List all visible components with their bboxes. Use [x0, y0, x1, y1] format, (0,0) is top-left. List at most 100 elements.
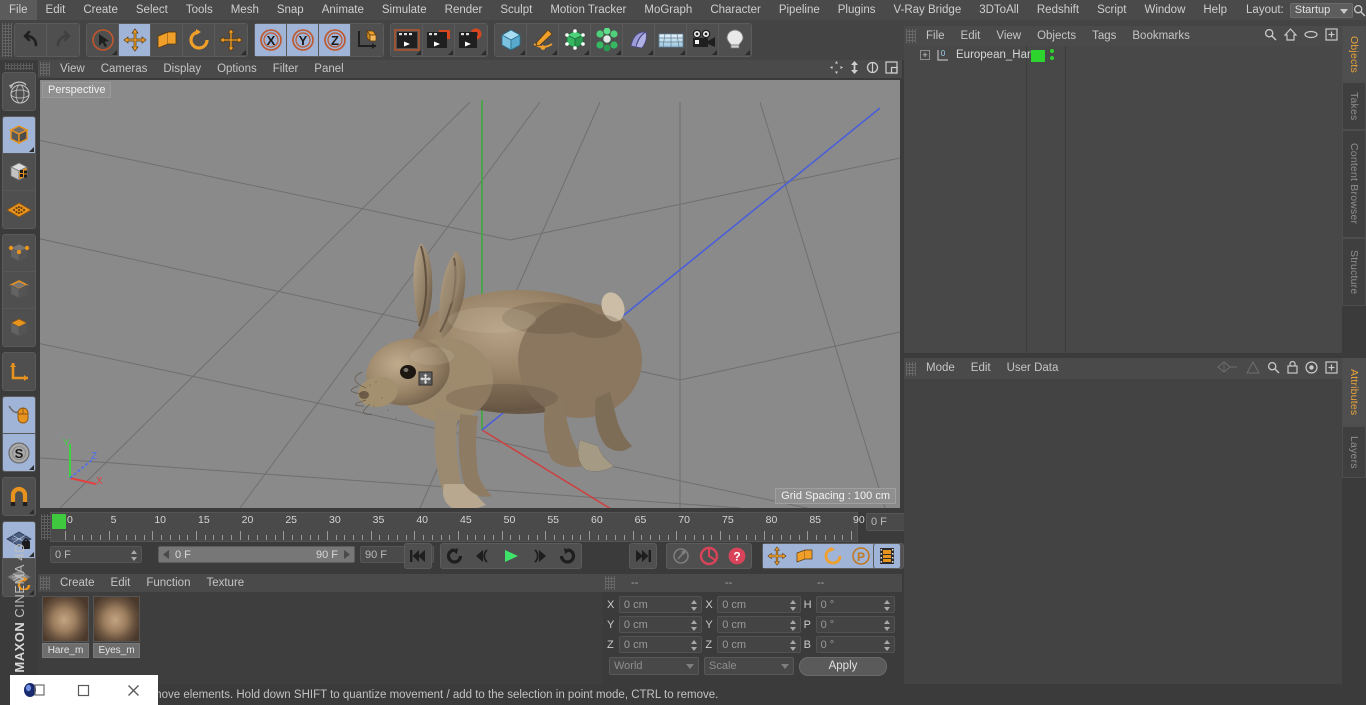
cone-icon[interactable] — [1246, 360, 1260, 377]
play-icon[interactable] — [497, 544, 525, 568]
ellipse-icon[interactable] — [1304, 30, 1318, 42]
menu-item-create[interactable]: Create — [74, 0, 127, 20]
coord-pos-z-field[interactable]: 0 cm — [618, 636, 703, 653]
toolbar-grip[interactable] — [2, 23, 12, 57]
material-menu-function[interactable]: Function — [138, 574, 198, 592]
step-forward-icon[interactable] — [525, 544, 553, 568]
cube-primitive-icon[interactable] — [495, 24, 527, 56]
menu-item-3dtoall[interactable]: 3DToAll — [970, 0, 1028, 20]
tab-structure[interactable]: Structure — [1342, 238, 1366, 306]
menu-item-motion-tracker[interactable]: Motion Tracker — [541, 0, 635, 20]
polygons-mode-icon[interactable] — [3, 309, 35, 346]
camera-icon[interactable] — [687, 24, 719, 56]
lock-icon[interactable] — [1287, 360, 1298, 377]
viewport-grip[interactable] — [40, 62, 50, 76]
timeline-range-bar[interactable]: 0 F 90 F — [158, 546, 355, 563]
interpolation-icon[interactable] — [1217, 361, 1239, 376]
tab-layers[interactable]: Layers — [1342, 426, 1366, 478]
live-selection-globe-icon[interactable] — [3, 73, 35, 110]
add-layer-icon[interactable] — [1325, 28, 1338, 44]
search-icon[interactable] — [1353, 0, 1366, 20]
edges-mode-icon[interactable] — [3, 272, 35, 309]
coordinates-grip[interactable] — [605, 576, 615, 590]
viewport-menu-panel[interactable]: Panel — [306, 60, 351, 78]
viewport-menu-display[interactable]: Display — [155, 60, 209, 78]
object-manager-grip[interactable] — [906, 29, 916, 43]
pan-icon[interactable] — [830, 61, 843, 77]
redo-icon[interactable] — [47, 24, 79, 56]
coord-rot-b-field[interactable]: 0 ° — [815, 636, 896, 653]
menu-item-select[interactable]: Select — [127, 0, 177, 20]
tab-attributes[interactable]: Attributes — [1342, 358, 1366, 426]
menu-item-pipeline[interactable]: Pipeline — [770, 0, 829, 20]
spinner-icon[interactable] — [789, 620, 797, 631]
menu-item-redshift[interactable]: Redshift — [1028, 0, 1088, 20]
coord-size-x-field[interactable]: 0 cm — [717, 596, 801, 613]
apply-button[interactable]: Apply — [799, 656, 887, 676]
tab-takes[interactable]: Takes — [1342, 82, 1366, 130]
spinner-icon[interactable] — [691, 640, 698, 651]
key-parameter-icon[interactable]: P — [847, 544, 875, 568]
material-menu-edit[interactable]: Edit — [103, 574, 139, 592]
menu-item-mograph[interactable]: MoGraph — [635, 0, 701, 20]
texture-mode-icon[interactable] — [3, 154, 35, 191]
add-icon[interactable] — [1325, 360, 1338, 377]
coord-pos-x-field[interactable]: 0 cm — [618, 596, 703, 613]
timeline-ruler[interactable]: 0 5 10 15 20 25 30 35 40 45 50 55 60 65 70 75 80 85 90 — [50, 512, 865, 542]
attributes-menu-edit[interactable]: Edit — [963, 358, 999, 379]
light-icon[interactable] — [719, 24, 751, 56]
render-view-icon[interactable] — [391, 24, 423, 56]
viewport-3d-scene[interactable]: Perspective Y X Z Grid Spacing: 100 cm — [40, 80, 900, 508]
tab-content-browser[interactable]: Content Browser — [1342, 130, 1366, 238]
attributes-menu-user-data[interactable]: User Data — [999, 358, 1067, 379]
coord-rot-p-field[interactable]: 0 ° — [815, 616, 896, 633]
frame-field-left[interactable]: 0 F — [50, 546, 142, 563]
minimize-icon[interactable] — [59, 675, 108, 705]
viewport-menu-cameras[interactable]: Cameras — [93, 60, 156, 78]
step-back-icon[interactable] — [469, 544, 497, 568]
attributes-manager-body[interactable] — [904, 379, 1342, 684]
object-menu-edit[interactable]: Edit — [953, 26, 989, 46]
undo-icon[interactable] — [15, 24, 47, 56]
menu-item-window[interactable]: Window — [1135, 0, 1194, 20]
menu-item-animate[interactable]: Animate — [313, 0, 373, 20]
record-active-objects-icon[interactable] — [695, 544, 723, 568]
object-menu-view[interactable]: View — [988, 26, 1029, 46]
coord-pos-y-field[interactable]: 0 cm — [618, 616, 703, 633]
material-menu-texture[interactable]: Texture — [198, 574, 252, 592]
timeline-current-marker[interactable] — [52, 514, 66, 529]
scene-environment-icon[interactable] — [623, 24, 655, 56]
object-visibility-badge[interactable] — [1031, 50, 1045, 62]
render-settings-icon[interactable] — [455, 24, 487, 56]
viewport-menu-filter[interactable]: Filter — [265, 60, 307, 78]
spinner-icon[interactable] — [884, 620, 891, 631]
menu-item-simulate[interactable]: Simulate — [373, 0, 436, 20]
points-mode-icon[interactable] — [3, 235, 35, 272]
object-menu-objects[interactable]: Objects — [1029, 26, 1084, 46]
spinner-icon[interactable] — [789, 600, 797, 611]
menu-item-file[interactable]: File — [0, 0, 37, 20]
object-tree-row[interactable]: + 0 European_Hare — [904, 46, 1342, 64]
key-rotation-icon[interactable] — [819, 544, 847, 568]
object-visibility-dots[interactable] — [1050, 49, 1054, 63]
scale-icon[interactable] — [151, 24, 183, 56]
target-icon[interactable] — [1305, 360, 1318, 377]
attributes-menu-mode[interactable]: Mode — [918, 358, 963, 379]
axis-x-icon[interactable]: X — [255, 24, 287, 56]
material-item[interactable]: Eyes_m — [93, 596, 140, 680]
search-icon[interactable] — [1267, 361, 1280, 377]
viewport-menu-options[interactable]: Options — [209, 60, 265, 78]
floor-icon[interactable] — [655, 24, 687, 56]
coord-size-z-field[interactable]: 0 cm — [717, 636, 801, 653]
move-icon[interactable] — [119, 24, 151, 56]
object-menu-tags[interactable]: Tags — [1084, 26, 1124, 46]
goto-start-icon[interactable] — [404, 543, 432, 569]
dolly-icon[interactable] — [849, 61, 860, 77]
viewport-menu-view[interactable]: View — [52, 60, 93, 78]
play-loop-icon[interactable] — [553, 544, 581, 568]
maximize-view-icon[interactable] — [885, 61, 898, 77]
left-toolbar-grip[interactable] — [5, 63, 33, 70]
spinner-icon[interactable] — [789, 640, 797, 651]
timeline-mode-icon[interactable] — [873, 543, 901, 569]
select-arrow-icon[interactable] — [87, 24, 119, 56]
